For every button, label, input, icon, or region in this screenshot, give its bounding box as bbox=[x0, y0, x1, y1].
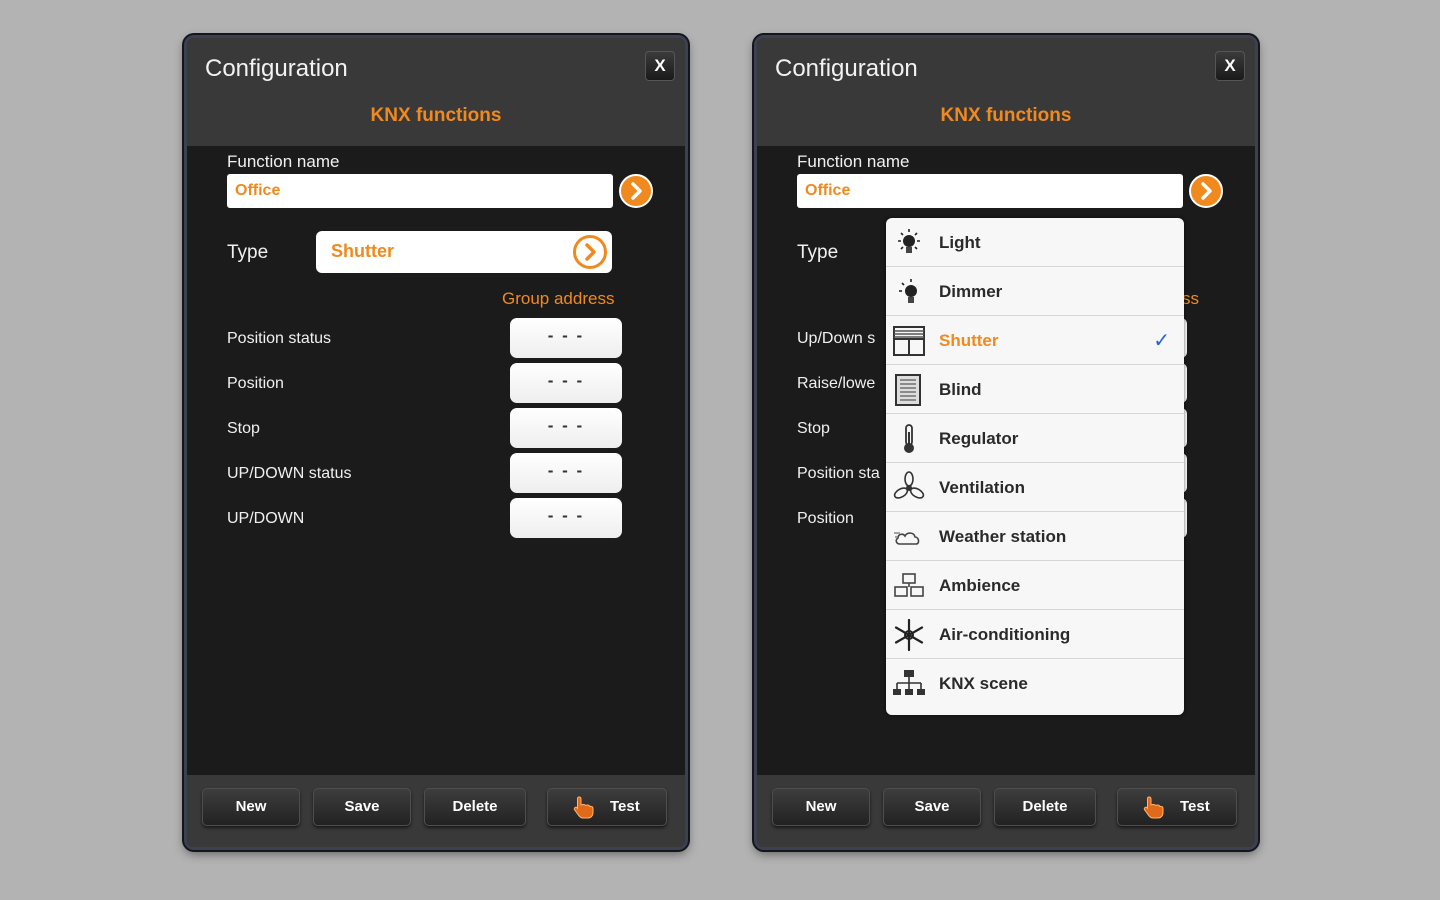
dropdown-item-air-conditioning[interactable]: Air-conditioning bbox=[886, 610, 1184, 659]
group-address-button[interactable]: - - - bbox=[510, 408, 622, 448]
new-button[interactable]: New bbox=[772, 788, 870, 826]
snowflake-icon bbox=[894, 618, 924, 652]
section-subtitle: KNX functions bbox=[370, 105, 502, 126]
dropdown-item-ambience[interactable]: Ambience bbox=[886, 561, 1184, 610]
dropdown-item-label: Regulator bbox=[939, 429, 1019, 448]
function-name-input[interactable] bbox=[227, 174, 613, 208]
function-name-label: Function name bbox=[227, 152, 340, 171]
dropdown-item-knx-scene[interactable]: KNX scene bbox=[886, 659, 1184, 708]
dropdown-item-ventilation[interactable]: Ventilation bbox=[886, 463, 1184, 512]
hand-pointer-icon bbox=[573, 796, 594, 819]
group-address-button[interactable]: - - - bbox=[510, 498, 622, 538]
new-button[interactable]: New bbox=[202, 788, 300, 826]
row-label: Up/Down s bbox=[797, 330, 876, 347]
test-button[interactable]: Test bbox=[1117, 788, 1237, 826]
window-title: Configuration bbox=[205, 55, 348, 82]
dropdown-item-regulator[interactable]: Regulator bbox=[886, 414, 1184, 463]
delete-button[interactable]: Delete bbox=[424, 788, 526, 826]
dropdown-item-label: Ambience bbox=[939, 576, 1021, 595]
panel-header: Configuration X KNX functions bbox=[757, 38, 1255, 146]
fan-icon bbox=[893, 471, 925, 499]
dropdown-item-weather-station[interactable]: Weather station bbox=[886, 512, 1184, 561]
save-button[interactable]: Save bbox=[883, 788, 981, 826]
save-button[interactable]: Save bbox=[313, 788, 411, 826]
group-address-button[interactable]: - - - bbox=[510, 318, 622, 358]
weather-cloud-icon bbox=[894, 532, 920, 545]
group-address-label: Group address bbox=[502, 289, 615, 308]
ambience-blocks-icon bbox=[894, 573, 924, 597]
dropdown-item-light[interactable]: Light bbox=[886, 218, 1184, 267]
config-panel-left: Configuration X KNX functions Function n… bbox=[184, 35, 688, 850]
network-scene-icon bbox=[893, 670, 925, 695]
row-label: Position bbox=[227, 375, 284, 392]
chevron-right-icon bbox=[631, 182, 642, 200]
row-label: Position status bbox=[227, 330, 332, 347]
dropdown-item-label: Dimmer bbox=[939, 282, 1003, 301]
dropdown-item-shutter[interactable]: Shutter ✓ bbox=[886, 316, 1184, 365]
hand-pointer-icon bbox=[1143, 796, 1164, 819]
test-label: Test bbox=[1180, 798, 1210, 815]
delete-button[interactable]: Delete bbox=[994, 788, 1096, 826]
thermometer-icon bbox=[904, 424, 914, 453]
test-button[interactable]: Test bbox=[547, 788, 667, 826]
dropdown-item-label: Light bbox=[939, 233, 981, 252]
dropdown-item-label: Ventilation bbox=[939, 478, 1025, 497]
type-value: Shutter bbox=[331, 241, 394, 261]
section-subtitle: KNX functions bbox=[940, 105, 1072, 126]
dropdown-item-blind[interactable]: Blind bbox=[886, 365, 1184, 414]
blind-icon bbox=[895, 374, 921, 406]
dropdown-item-label: KNX scene bbox=[939, 674, 1028, 693]
row-label: Position sta bbox=[797, 465, 880, 482]
lightbulb-icon bbox=[898, 229, 920, 253]
test-label: Test bbox=[610, 798, 640, 815]
type-dropdown-list: Light Dimmer Shutter ✓ Blind Regulator V… bbox=[886, 218, 1184, 715]
row-label: Stop bbox=[227, 420, 260, 437]
config-panel-right: Configuration X KNX functions Function n… bbox=[754, 35, 1258, 850]
chevron-right-icon bbox=[1201, 182, 1212, 200]
dropdown-item-dimmer[interactable]: Dimmer bbox=[886, 267, 1184, 316]
row-label: Position bbox=[797, 510, 854, 527]
type-arrow-button[interactable] bbox=[573, 235, 607, 269]
shutter-window-icon bbox=[893, 326, 925, 356]
dropdown-item-label: Blind bbox=[939, 380, 982, 399]
chevron-right-icon bbox=[585, 243, 596, 261]
function-name-arrow-button[interactable] bbox=[619, 174, 653, 208]
group-address-button[interactable]: - - - bbox=[510, 453, 622, 493]
dimmer-bulb-icon bbox=[899, 279, 917, 303]
type-label: Type bbox=[797, 242, 839, 263]
close-button[interactable]: X bbox=[1215, 51, 1245, 81]
dropdown-item-label: Air-conditioning bbox=[939, 625, 1071, 644]
dropdown-item-label: Shutter bbox=[939, 331, 999, 350]
row-label: UP/DOWN bbox=[227, 510, 305, 527]
row-label: UP/DOWN status bbox=[227, 465, 352, 482]
row-label: Raise/lowe bbox=[797, 375, 876, 392]
row-label: Stop bbox=[797, 420, 830, 437]
type-select[interactable]: Shutter bbox=[316, 231, 612, 273]
function-name-arrow-button[interactable] bbox=[1189, 174, 1223, 208]
checkmark-icon: ✓ bbox=[1153, 330, 1170, 352]
close-button[interactable]: X bbox=[645, 51, 675, 81]
panel-header: Configuration X KNX functions bbox=[187, 38, 685, 146]
group-address-label-partial: ss bbox=[1182, 289, 1199, 308]
window-title: Configuration bbox=[775, 55, 918, 82]
group-address-button[interactable]: - - - bbox=[510, 363, 622, 403]
function-name-label: Function name bbox=[797, 152, 910, 171]
type-label: Type bbox=[227, 242, 269, 263]
dropdown-item-label: Weather station bbox=[939, 527, 1067, 546]
panel-footer: New Save Delete Test bbox=[187, 775, 685, 847]
function-name-input[interactable] bbox=[797, 174, 1183, 208]
panel-footer: New Save Delete Test bbox=[757, 775, 1255, 847]
